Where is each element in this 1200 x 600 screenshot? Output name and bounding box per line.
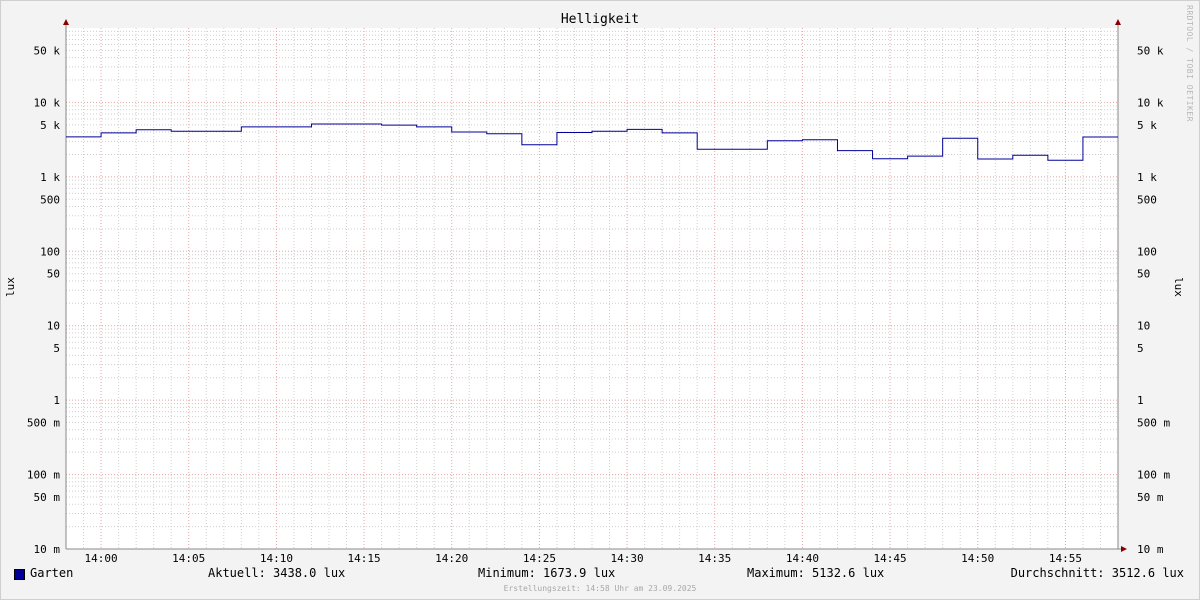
y-tick-label-right: 10 k bbox=[1137, 96, 1164, 109]
y-tick-label-left: 500 m bbox=[27, 417, 60, 430]
y-tick-label-right: 1 bbox=[1137, 394, 1144, 407]
legend-series-name: Garten bbox=[30, 566, 74, 580]
legend-average: Durchschnitt: 3512.6 lux bbox=[1010, 566, 1184, 580]
x-tick-label: 14:30 bbox=[611, 552, 644, 565]
x-tick-label: 14:05 bbox=[172, 552, 205, 565]
y-tick-label-left: 10 bbox=[47, 320, 60, 333]
y-tick-label-left: 50 m bbox=[34, 491, 61, 504]
x-axis: 14:00 14:05 14:10 14:15 14:20 14:25 14:30 14:35… bbox=[85, 552, 1082, 565]
x-tick-label: 14:45 bbox=[874, 552, 907, 565]
y-tick-label-right: 500 bbox=[1137, 193, 1157, 206]
watermark: RRDTOOL / TOBI OETIKER bbox=[1185, 5, 1194, 122]
chart-title: Helligkeit bbox=[561, 12, 639, 27]
y-tick-label-right: 5 k bbox=[1137, 119, 1157, 132]
y-tick-label-left: 1 k bbox=[40, 171, 60, 184]
x-axis-arrow bbox=[1121, 546, 1127, 552]
y-axis-right: 50 k 10 k 5 k 1 k 500 100 50 10 5 1 500 m 100 m 50 m… bbox=[1137, 44, 1170, 556]
legend: Garten Aktuell: 3438.0 lux Minimum: 1673… bbox=[0, 566, 1200, 584]
x-tick-label: 14:40 bbox=[786, 552, 819, 565]
y-tick-label-right: 50 m bbox=[1137, 491, 1164, 504]
chart-canvas: 50 k 10 k 5 k 1 k 500 100 50 10 5 1 500 m 100 m 50 m… bbox=[0, 0, 1200, 600]
legend-current: Aktuell: 3438.0 lux bbox=[208, 566, 346, 580]
y-tick-label-right: 10 m bbox=[1137, 543, 1164, 556]
x-tick-label: 14:55 bbox=[1049, 552, 1082, 565]
y-tick-label-right: 50 bbox=[1137, 268, 1150, 281]
legend-minimum: Minimum: 1673.9 lux bbox=[478, 566, 616, 580]
y-tick-label-right: 100 bbox=[1137, 245, 1157, 258]
y-tick-label-left: 10 m bbox=[34, 543, 61, 556]
legend-swatch bbox=[14, 569, 25, 580]
y-tick-label-right: 5 bbox=[1137, 342, 1144, 355]
y-tick-label-left: 5 bbox=[53, 342, 60, 355]
y-tick-label-left: 50 k bbox=[34, 44, 61, 57]
y-tick-label-left: 100 bbox=[40, 245, 60, 258]
y-axis-label-right: lux bbox=[1172, 277, 1185, 297]
y-axis-left: 50 k 10 k 5 k 1 k 500 100 50 10 5 1 500 m 100 m 50 m… bbox=[27, 44, 60, 556]
x-tick-label: 14:10 bbox=[260, 552, 293, 565]
rrd-graph: 50 k 10 k 5 k 1 k 500 100 50 10 5 1 500 m 100 m 50 m… bbox=[0, 0, 1200, 600]
y-tick-label-left: 1 bbox=[53, 394, 60, 407]
x-tick-label: 14:20 bbox=[435, 552, 468, 565]
creation-time: Erstellungszeit: 14:58 Uhr am 23.09.2025 bbox=[503, 584, 697, 593]
y-axis-arrow-right bbox=[1115, 19, 1121, 25]
legend-maximum: Maximum: 5132.6 lux bbox=[747, 566, 885, 580]
y-tick-label-left: 50 bbox=[47, 268, 60, 281]
x-tick-label: 14:00 bbox=[85, 552, 118, 565]
y-axis-label-left: lux bbox=[4, 277, 17, 297]
y-axis-arrow-left bbox=[63, 19, 69, 25]
y-tick-label-left: 500 bbox=[40, 193, 60, 206]
x-tick-label: 14:35 bbox=[698, 552, 731, 565]
y-tick-label-right: 1 k bbox=[1137, 171, 1157, 184]
y-tick-label-right: 10 bbox=[1137, 320, 1150, 333]
y-tick-label-right: 100 m bbox=[1137, 469, 1170, 482]
y-tick-label-right: 50 k bbox=[1137, 44, 1164, 57]
x-tick-label: 14:25 bbox=[523, 552, 556, 565]
y-tick-label-right: 500 m bbox=[1137, 417, 1170, 430]
y-tick-label-left: 5 k bbox=[40, 119, 60, 132]
x-tick-label: 14:15 bbox=[348, 552, 381, 565]
y-tick-label-left: 100 m bbox=[27, 469, 60, 482]
x-tick-label: 14:50 bbox=[961, 552, 994, 565]
y-tick-label-left: 10 k bbox=[34, 96, 61, 109]
